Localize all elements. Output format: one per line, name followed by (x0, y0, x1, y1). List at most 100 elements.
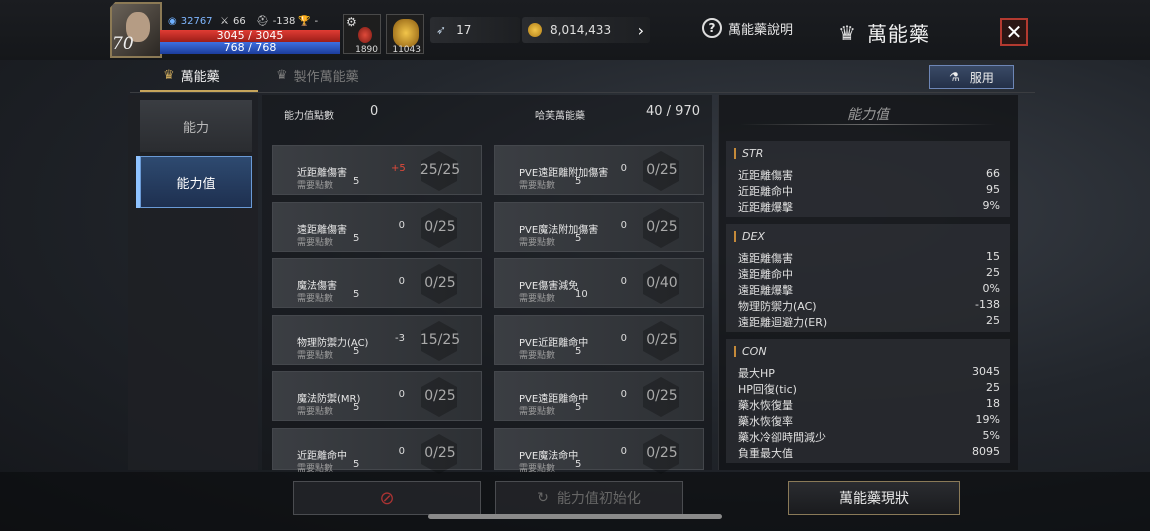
scroll-slot[interactable]: 11043 (386, 14, 424, 55)
chevron-right-icon[interactable]: › (638, 21, 644, 40)
stat-progress: 0/25 (646, 332, 678, 348)
stat-summary-row: HP回復(tic) 25 (738, 381, 1000, 397)
stat-card[interactable]: 物理防禦力(AC) 需要點數 5 -3 15/25 (272, 315, 482, 365)
stat-progress: 0/25 (646, 445, 678, 461)
required-points-value: 5 (353, 233, 360, 244)
tab-elixir[interactable]: ♛ 萬能藥 (163, 66, 220, 85)
required-points-value: 10 (575, 289, 588, 300)
stat-card[interactable]: 近距離傷害 需要點數 5 +5 25/25 (272, 145, 482, 195)
nav-stats[interactable]: 能力值 (140, 156, 252, 208)
required-points-value: 5 (575, 176, 582, 187)
stat-card[interactable]: PVE近距離命中 需要點數 5 0 0/25 (494, 315, 704, 365)
required-points-value: 5 (575, 402, 582, 413)
exp-icon: ◉ (168, 16, 177, 27)
elixir-status-button[interactable]: 萬能藥現狀 (788, 481, 960, 515)
stat-summary-row: 藥水冷卻時間減少 5% (738, 429, 1000, 445)
stat-bonus: 0 (398, 446, 405, 457)
stat-name: 遠距離傷害 (297, 225, 347, 236)
title-divider (740, 124, 996, 125)
stat-progress: 0/25 (424, 275, 456, 291)
gold-currency: 8,014,433 › (522, 17, 650, 43)
feather-icon: ➶ (436, 23, 447, 37)
stat-card[interactable]: 魔法傷害需要點數 5 0 0/25 (272, 258, 482, 308)
stat-bonus: 0 (620, 446, 627, 457)
stat-summary-label: 遠距離傷害 (738, 252, 793, 265)
scrollbar[interactable] (428, 514, 722, 519)
stat-summary-label: 遠距離爆擊 (738, 284, 793, 297)
stat-card[interactable]: PVE遠距離命中 需要點數 5 0 0/25 (494, 371, 704, 421)
stat-summary-value: 25 (986, 314, 1000, 327)
stat-b: ⛑ -138 (256, 16, 296, 27)
stat-summary-value: 9% (982, 199, 1000, 212)
stat-summary-label: 藥水恢復率 (738, 415, 793, 428)
required-points-label: 需要點數 (297, 351, 334, 361)
required-points-value: 5 (575, 233, 582, 244)
required-points-value: 5 (353, 289, 360, 300)
stat-bonus: 0 (620, 333, 627, 344)
stat-progress: 25/25 (419, 162, 461, 178)
use-button[interactable]: ⚗ 服用 (929, 65, 1014, 89)
stat-name: 近距離命中 (297, 451, 347, 462)
stat-bonus: 0 (398, 220, 405, 231)
potion-slot[interactable]: ⚙ 1890 (343, 14, 381, 55)
clear-button[interactable]: ⊘ (293, 481, 481, 515)
stat-progress: 0/25 (424, 219, 456, 235)
stat-card[interactable]: PVE傷害減免 需要點數 10 0 0/40 (494, 258, 704, 308)
close-icon: ✕ (1005, 20, 1023, 44)
tab-craft-elixir[interactable]: ♛ 製作萬能藥 (276, 66, 359, 85)
stat-summary-value: 19% (975, 413, 1000, 426)
stat-summary-value: 15 (986, 250, 1000, 263)
required-points-label: 需要點數 (297, 238, 334, 248)
stat-card[interactable]: 近距離命中 需要點數 5 0 0/25 (272, 428, 482, 474)
stat-card[interactable]: 遠距離傷害需要點數 5 0 0/25 (272, 202, 482, 252)
stat-bonus: 0 (398, 276, 405, 287)
stat-card[interactable]: PVE遠距離附加傷害 需要點數 5 0 0/25 (494, 145, 704, 195)
required-points-label: 需要點數 (297, 407, 334, 417)
stat-progress: 0/25 (646, 388, 678, 404)
stat-summary-row: 物理防禦力(AC) -138 (738, 298, 1000, 314)
stat-name: PVE傷害減免 (519, 281, 579, 292)
stat-a: ⚔ 66 (220, 16, 246, 27)
stat-summary-label: 近距離傷害 (738, 169, 793, 182)
required-points-label: 需要點數 (297, 294, 334, 304)
stat-summary-row: 最大HP 3045 (738, 365, 1000, 381)
nav-ability[interactable]: 能力 (140, 100, 252, 152)
elixir-value: 40 / 970 (646, 104, 700, 119)
close-button[interactable]: ✕ (1000, 18, 1028, 46)
required-points-value: 5 (353, 459, 360, 470)
trophy-icon: 🏆 (298, 16, 311, 27)
stat-name: 魔法傷害 (297, 281, 337, 292)
stat-summary-row: 遠距離命中 25 (738, 266, 1000, 282)
stat-bonus: 0 (620, 163, 627, 174)
points-label: 能力值點數 (284, 111, 334, 122)
stat-summary-row: 負重最大值 8095 (738, 445, 1000, 461)
required-points-value: 5 (353, 346, 360, 357)
stat-summary-value: 8095 (972, 445, 1000, 458)
stat-summary-row: 近距離爆擊 9% (738, 199, 1000, 215)
stat-card[interactable]: PVE魔法附加傷害 需要點數 5 0 0/25 (494, 202, 704, 252)
stat-summary-label: 近距離命中 (738, 185, 793, 198)
stat-summary-label: 負重最大值 (738, 447, 793, 460)
str-section: STR 近距離傷害 66 近距離命中 95 近距離爆擊 9% (726, 141, 1010, 217)
reset-stats-button[interactable]: ↻ 能力值初始化 (495, 481, 683, 515)
crown-icon: ♛ (163, 68, 175, 83)
stat-progress: 0/25 (424, 388, 456, 404)
stat-summary-row: 遠距離爆擊 0% (738, 282, 1000, 298)
sword-icon: ⚔ (220, 16, 229, 27)
con-section: CON 最大HP 3045 HP回復(tic) 25 藥水恢復量 18 藥水恢復率 19% 藥水… (726, 339, 1010, 463)
stat-name: PVE魔法附加傷害 (519, 225, 599, 236)
stat-summary-value: 95 (986, 183, 1000, 196)
mp-bar: 768 / 768 (160, 41, 340, 54)
stat-card[interactable]: 魔法防禦(MR) 需要點數 5 0 0/25 (272, 371, 482, 421)
stat-summary-value: 3045 (972, 365, 1000, 378)
stat-progress: 0/25 (424, 445, 456, 461)
stat-summary-label: 藥水恢復量 (738, 399, 793, 412)
stat-summary-value: 0% (982, 282, 1000, 295)
stat-progress: 0/25 (646, 219, 678, 235)
required-points-value: 5 (575, 346, 582, 357)
required-points-label: 需要點數 (297, 181, 334, 191)
stat-card[interactable]: PVE魔法命中 需要點數 5 0 0/25 (494, 428, 704, 474)
gold-coin-icon (528, 23, 542, 37)
help-button[interactable]: ? 萬能藥說明 (702, 18, 793, 38)
stat-bonus: -3 (395, 333, 405, 344)
